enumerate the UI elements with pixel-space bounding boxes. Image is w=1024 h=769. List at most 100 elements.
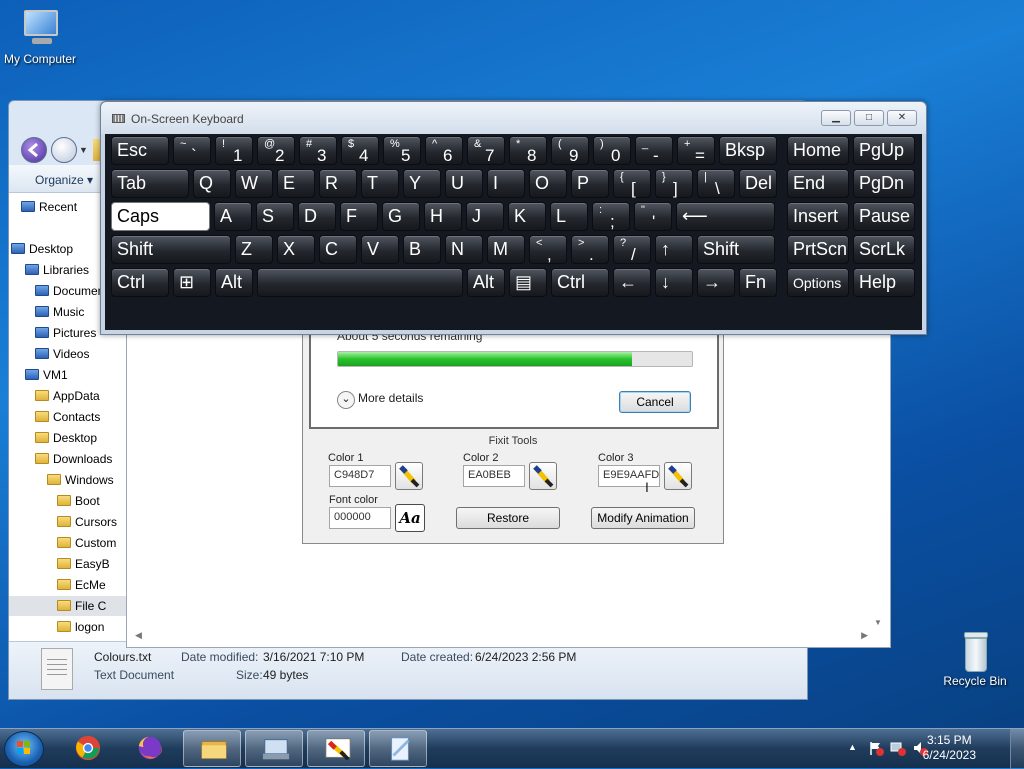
key-Help[interactable]: Help [853, 268, 915, 297]
taskbar-on-screen-keyboard[interactable] [245, 730, 303, 767]
key-D[interactable]: D [298, 202, 336, 231]
key-M[interactable]: M [487, 235, 525, 264]
key-Bksp[interactable]: Bksp [719, 136, 777, 165]
key-S[interactable]: S [256, 202, 294, 231]
cancel-button[interactable]: Cancel [619, 391, 691, 413]
key-Ctrl[interactable]: Ctrl [551, 268, 609, 297]
tree-item[interactable]: EcMe [57, 575, 129, 595]
key-symbol[interactable]: + = [677, 136, 715, 165]
key-X[interactable]: X [277, 235, 315, 264]
color3-picker-button[interactable] [664, 462, 692, 490]
key-symbol[interactable]: ⊞ [173, 268, 211, 297]
key-K[interactable]: K [508, 202, 546, 231]
close-button[interactable]: ✕ [887, 110, 917, 126]
network-icon[interactable] [890, 740, 906, 756]
key-space[interactable] [257, 268, 463, 297]
key-H[interactable]: H [424, 202, 462, 231]
key-Z[interactable]: Z [235, 235, 273, 264]
tree-item[interactable]: Downloads [35, 449, 129, 469]
color2-picker-button[interactable] [529, 462, 557, 490]
key-Fn[interactable]: Fn [739, 268, 777, 297]
key-symbol[interactable]: <, [529, 235, 567, 264]
color2-input[interactable]: EA0BEB [463, 465, 525, 487]
desktop-icon-my-computer[interactable]: My Computer [0, 8, 80, 66]
key-Q[interactable]: Q [193, 169, 231, 198]
key-L[interactable]: L [550, 202, 588, 231]
key-symbol[interactable]: ▤ [509, 268, 547, 297]
key-Pause[interactable]: Pause [853, 202, 915, 231]
key-Caps[interactable]: Caps [111, 202, 210, 231]
key-Alt[interactable]: Alt [467, 268, 505, 297]
tree-item[interactable]: Windows [47, 470, 129, 490]
key-Y[interactable]: Y [403, 169, 441, 198]
tree-item[interactable]: AppData [35, 386, 129, 406]
osk-titlebar[interactable]: On-Screen Keyboard ▁ □ ✕ [101, 102, 926, 134]
taskbar-fixit-tools[interactable] [307, 730, 365, 767]
key-symbol[interactable]: {[ [613, 169, 651, 198]
font-button[interactable]: Aa [395, 504, 425, 532]
show-hidden-icons-icon[interactable]: ▲ [848, 742, 857, 752]
color3-input[interactable]: E9E9AAFD [598, 465, 660, 487]
key-2[interactable]: @2 [257, 136, 295, 165]
key-3[interactable]: #3 [299, 136, 337, 165]
key-W[interactable]: W [235, 169, 273, 198]
key-V[interactable]: V [361, 235, 399, 264]
forward-button[interactable] [51, 137, 77, 163]
key-symbol[interactable]: >. [571, 235, 609, 264]
key-symbol[interactable]: :; [592, 202, 630, 231]
key-Shift[interactable]: Shift [111, 235, 231, 264]
key-symbol[interactable]: ? / [613, 235, 651, 264]
key-symbol[interactable]: }] [655, 169, 693, 198]
key-A[interactable]: A [214, 202, 252, 231]
key-G[interactable]: G [382, 202, 420, 231]
key-C[interactable]: C [319, 235, 357, 264]
taskbar-explorer[interactable] [183, 730, 241, 767]
key-symbol[interactable]: ~ ` [173, 136, 211, 165]
font-color-input[interactable]: 000000 [329, 507, 391, 529]
history-dropdown-icon[interactable]: ▼ [79, 145, 88, 155]
minimize-button[interactable]: ▁ [821, 110, 851, 126]
tree-item[interactable]: Boot [57, 491, 129, 511]
key-Shift[interactable]: Shift [697, 235, 775, 264]
tree-item[interactable]: logon [57, 617, 129, 637]
key-O[interactable]: O [529, 169, 567, 198]
key-Del[interactable]: Del [739, 169, 777, 198]
key-symbol[interactable]: " ' [634, 202, 672, 231]
key-symbol[interactable]: ⟵ [676, 202, 775, 231]
tree-item[interactable]: File C [9, 596, 129, 616]
key-Ctrl[interactable]: Ctrl [111, 268, 169, 297]
color1-input[interactable]: C948D7 [329, 465, 391, 487]
key-Home[interactable]: Home [787, 136, 849, 165]
key-9[interactable]: (9 [551, 136, 589, 165]
key-ScrLk[interactable]: ScrLk [853, 235, 915, 264]
key-Alt[interactable]: Alt [215, 268, 253, 297]
key-symbol[interactable]: ↓ [655, 268, 693, 297]
key-Tab[interactable]: Tab [111, 169, 189, 198]
tree-item[interactable]: Cursors [57, 512, 129, 532]
modify-animation-button[interactable]: Modify Animation [591, 507, 695, 529]
restore-button[interactable]: Restore [456, 507, 560, 529]
key-PrtScn[interactable]: PrtScn [787, 235, 849, 264]
tree-item[interactable]: EasyB [57, 554, 129, 574]
desktop-icon-recycle-bin[interactable]: Recycle Bin [935, 630, 1015, 688]
key-5[interactable]: % 5 [383, 136, 421, 165]
key-symbol[interactable]: | \ [697, 169, 735, 198]
color1-picker-button[interactable] [395, 462, 423, 490]
key-symbol[interactable]: _ - [635, 136, 673, 165]
key-Esc[interactable]: Esc [111, 136, 169, 165]
key-Options[interactable]: Options [787, 268, 849, 297]
key-symbol[interactable]: ↑ [655, 235, 693, 264]
key-F[interactable]: F [340, 202, 378, 231]
tree-item[interactable]: Contacts [35, 407, 129, 427]
key-R[interactable]: R [319, 169, 357, 198]
more-details-toggle[interactable]: ⌄ More details [337, 391, 423, 409]
clock[interactable]: 3:15 PM 6/24/2023 [923, 733, 976, 763]
key-symbol[interactable]: ← [613, 268, 651, 297]
tree-item[interactable]: VM1 [25, 365, 129, 385]
action-center-flag-icon[interactable] [868, 740, 884, 756]
key-PgDn[interactable]: PgDn [853, 169, 915, 198]
key-I[interactable]: I [487, 169, 525, 198]
key-N[interactable]: N [445, 235, 483, 264]
tree-item[interactable]: Custom [57, 533, 129, 553]
maximize-button[interactable]: □ [854, 110, 884, 126]
